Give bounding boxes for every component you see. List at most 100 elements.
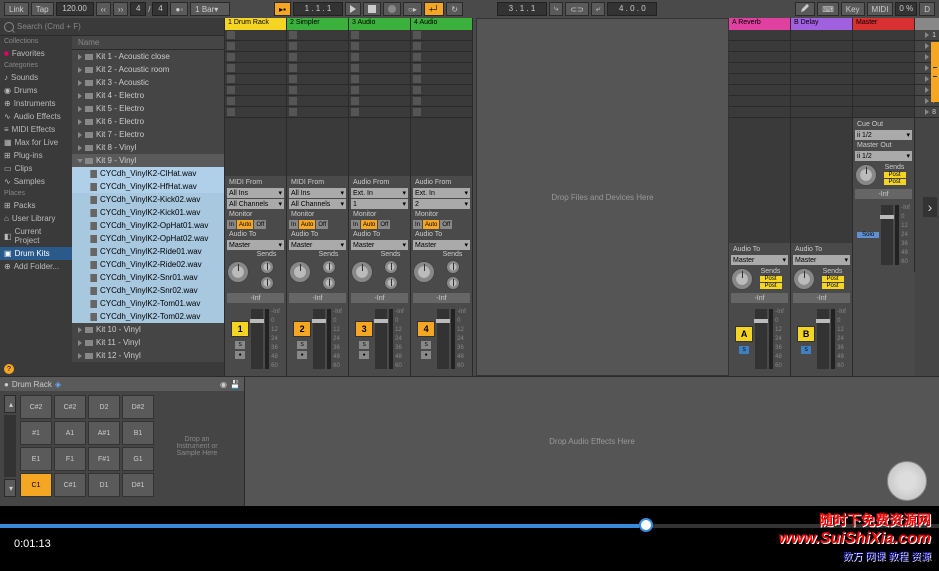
solo-button[interactable]: S: [421, 341, 431, 349]
output-dropdown[interactable]: Master▾: [731, 255, 788, 265]
clip-slot[interactable]: [287, 107, 348, 118]
clip-slot[interactable]: [349, 107, 410, 118]
pan-knob[interactable]: [793, 268, 815, 290]
track-activator[interactable]: B: [797, 326, 815, 342]
drum-scroll-up[interactable]: ▴: [4, 395, 16, 413]
drum-pad[interactable]: G1: [122, 447, 154, 471]
kit-folder[interactable]: Kit 10 - Vinyl: [72, 323, 224, 336]
send-knob-a[interactable]: [260, 260, 274, 274]
loop-switch[interactable]: ⊂⊃: [565, 2, 588, 16]
sig-numerator[interactable]: 4: [130, 2, 146, 16]
session-record[interactable]: ↻: [446, 2, 463, 16]
search-bar[interactable]: Search (Cmd + F): [0, 18, 224, 36]
clip-slot[interactable]: [729, 107, 790, 118]
solo-button[interactable]: S: [359, 341, 369, 349]
midi-map[interactable]: MIDI: [867, 2, 894, 16]
overdub-button[interactable]: ○▸: [403, 2, 422, 16]
clip-slot[interactable]: [349, 74, 410, 85]
clip-slot[interactable]: [729, 74, 790, 85]
drum-pad[interactable]: D1: [88, 473, 120, 497]
pan-knob[interactable]: [351, 261, 373, 283]
nudge-down[interactable]: ‹‹: [96, 2, 111, 16]
arm-button[interactable]: ●: [235, 351, 245, 359]
clip-slot[interactable]: [349, 63, 410, 74]
clip-slot[interactable]: [791, 63, 852, 74]
clip-slot[interactable]: [853, 41, 914, 52]
volume-display[interactable]: -Inf: [413, 293, 470, 303]
track-header[interactable]: A Reverb: [729, 18, 790, 30]
clip-slot[interactable]: [411, 63, 472, 74]
clip-slot[interactable]: [349, 52, 410, 63]
device-show-icon[interactable]: ◉: [220, 380, 227, 389]
monitor-buttons[interactable]: InAutoOff: [413, 220, 470, 229]
arm-button[interactable]: ●: [359, 351, 369, 359]
post-button[interactable]: Post: [760, 283, 782, 289]
volume-fader[interactable]: [755, 309, 767, 369]
key-map[interactable]: Key: [841, 2, 865, 16]
clip-slot[interactable]: [411, 107, 472, 118]
track-activator[interactable]: 4: [417, 321, 435, 337]
clip-slot[interactable]: [225, 63, 286, 74]
audio-file[interactable]: CYCdh_VinylK2-OpHat02.wav: [72, 232, 224, 245]
loop-start[interactable]: 3 . 1 . 1: [497, 2, 547, 16]
arm-button[interactable]: ●: [421, 351, 431, 359]
send-knob-b[interactable]: [446, 276, 460, 290]
audio-file[interactable]: CYCdh_VinylK2-Ride01.wav: [72, 245, 224, 258]
metronome-button[interactable]: ●◦: [170, 2, 188, 16]
clip-slot[interactable]: [287, 96, 348, 107]
solo-button[interactable]: Solo: [857, 232, 879, 238]
track-header[interactable]: 4 Audio: [411, 18, 472, 30]
kit-folder[interactable]: Kit 12 - Vinyl: [72, 349, 224, 362]
sidebar-plugins[interactable]: ⊞Plug-ins: [0, 149, 72, 162]
channel-dropdown[interactable]: All Channels▾: [227, 199, 284, 209]
clip-slot[interactable]: [349, 41, 410, 52]
volume-fader[interactable]: [437, 309, 449, 369]
post-button[interactable]: Post: [822, 283, 844, 289]
drum-pad[interactable]: F1: [54, 447, 86, 471]
channel-dropdown[interactable]: 2▾: [413, 199, 470, 209]
stop-button[interactable]: [363, 2, 381, 16]
clip-slot[interactable]: [853, 85, 914, 96]
kit-folder[interactable]: Kit 9 - Vinyl: [72, 154, 224, 167]
loop-length[interactable]: 4 . 0 . 0: [607, 2, 657, 16]
track-header[interactable]: 1 Drum Rack: [225, 18, 286, 30]
output-dropdown[interactable]: Master▾: [793, 255, 850, 265]
sidebar-midi-effects[interactable]: ≡MIDI Effects: [0, 123, 72, 136]
clip-slot[interactable]: [729, 63, 790, 74]
progress-handle[interactable]: [639, 518, 653, 532]
sidebar-drums[interactable]: ◉Drums: [0, 84, 72, 97]
volume-display[interactable]: -Inf: [731, 293, 788, 303]
sidebar-clips[interactable]: ▭Clips: [0, 162, 72, 175]
clip-slot[interactable]: [349, 85, 410, 96]
sidebar-sounds[interactable]: ♪Sounds: [0, 71, 72, 84]
drop-zone-tracks[interactable]: Drop Files and Devices Here: [476, 18, 729, 376]
clip-slot[interactable]: [853, 52, 914, 63]
sidebar-packs[interactable]: ⊞Packs: [0, 199, 72, 212]
audio-file[interactable]: CYCdh_VinylK2-Tom01.wav: [72, 297, 224, 310]
device-save-icon[interactable]: 💾: [230, 380, 240, 389]
post-button[interactable]: Post: [760, 276, 782, 282]
solo-button[interactable]: S: [297, 341, 307, 349]
clip-slot[interactable]: [791, 30, 852, 41]
audio-file[interactable]: CYCdh_VinylK2-HfHat.wav: [72, 180, 224, 193]
jog-wheel[interactable]: [887, 461, 927, 501]
clip-slot[interactable]: [729, 85, 790, 96]
drum-pad[interactable]: A1: [54, 421, 86, 445]
clip-slot[interactable]: [287, 41, 348, 52]
master-out-dropdown[interactable]: ii 1/2▾: [855, 151, 912, 161]
kit-folder[interactable]: Kit 2 - Acoustic room: [72, 63, 224, 76]
input-dropdown[interactable]: All Ins▾: [227, 188, 284, 198]
solo-button[interactable]: S: [739, 346, 749, 354]
post-button[interactable]: Post: [884, 179, 906, 185]
channel-dropdown[interactable]: All Channels▾: [289, 199, 346, 209]
volume-display[interactable]: -Inf: [289, 293, 346, 303]
drum-pad[interactable]: A#1: [88, 421, 120, 445]
solo-button[interactable]: S: [235, 341, 245, 349]
drum-scroll-down[interactable]: ▾: [4, 479, 16, 497]
clip-slot[interactable]: [411, 30, 472, 41]
volume-fader[interactable]: [251, 309, 263, 369]
clip-slot[interactable]: [729, 41, 790, 52]
sidebar-instruments[interactable]: ⊕Instruments: [0, 97, 72, 110]
record-button[interactable]: [383, 2, 401, 16]
send-knob-b[interactable]: [384, 276, 398, 290]
